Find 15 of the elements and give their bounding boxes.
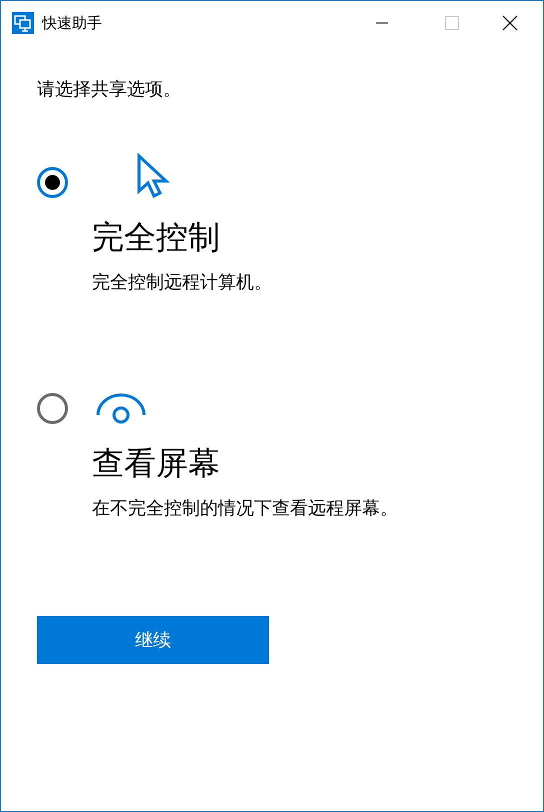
option-description: 完全控制远程计算机。 <box>92 271 272 295</box>
option-title: 查看屏幕 <box>92 443 221 483</box>
pointer-icon <box>136 153 170 199</box>
option-title: 完全控制 <box>92 217 221 257</box>
app-icon <box>12 12 34 34</box>
continue-button[interactable]: 继续 <box>37 616 269 664</box>
window-title: 快速助手 <box>42 12 102 34</box>
radio-button[interactable] <box>37 393 68 424</box>
minimize-icon <box>376 22 388 24</box>
close-icon <box>502 15 518 31</box>
prompt-text: 请选择共享选项。 <box>36 78 182 102</box>
option-description: 在不完全控制的情况下查看远程屏幕。 <box>92 497 398 521</box>
radio-button[interactable] <box>37 167 68 198</box>
maximize-icon <box>445 16 459 30</box>
eye-icon <box>96 393 146 425</box>
